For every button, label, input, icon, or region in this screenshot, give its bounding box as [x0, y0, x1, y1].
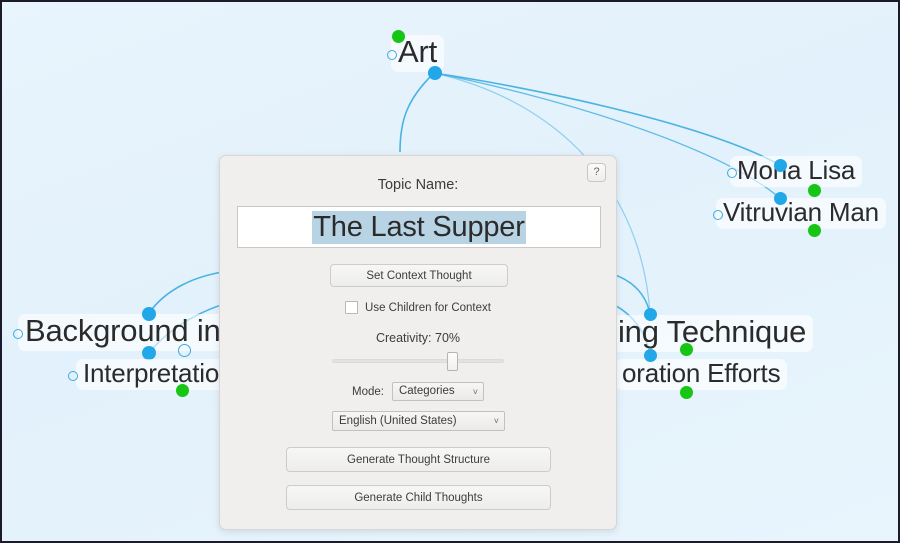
interpretation-left-ring-icon: [68, 371, 78, 381]
mode-label: Mode:: [352, 385, 384, 398]
node-restoration-efforts[interactable]: oration Efforts: [615, 358, 788, 391]
language-select-value: English (United States): [339, 415, 457, 427]
use-children-label: Use Children for Context: [365, 301, 491, 314]
chevron-down-icon: ˅: [472, 387, 478, 397]
mona-lisa-green-dot-icon[interactable]: [808, 184, 821, 197]
node-interpretation[interactable]: Interpretation: [68, 358, 241, 391]
node-mona-lisa[interactable]: Mona Lisa: [727, 155, 863, 188]
topic-name-value: The Last Supper: [312, 210, 526, 244]
topic-name-label: Topic Name:: [377, 177, 459, 193]
generate-thought-structure-button[interactable]: Generate Thought Structure: [286, 447, 551, 472]
generate-child-thoughts-button[interactable]: Generate Child Thoughts: [286, 485, 551, 510]
use-children-checkbox[interactable]: [345, 301, 359, 314]
node-vitruvian-man-label: Vitruvian Man: [723, 197, 879, 227]
creativity-slider-track[interactable]: [332, 359, 504, 363]
background-info-ring-icon[interactable]: [178, 344, 191, 357]
thought-generator-dialog: ? Topic Name: The Last Supper Set Contex…: [219, 155, 617, 530]
node-background-info[interactable]: Background info: [13, 313, 254, 351]
node-interpretation-label: Interpretation: [83, 358, 234, 388]
background-info-blue-dot-icon[interactable]: [142, 307, 156, 321]
mode-select[interactable]: Categories ˅: [391, 382, 484, 401]
node-vitruvian-man[interactable]: Vitruvian Man: [713, 197, 886, 230]
topic-name-input[interactable]: The Last Supper: [237, 206, 601, 248]
creativity-label: Creativity: 70%: [375, 331, 461, 345]
application-window: Art Mona Lisa Vitruvian Man Background i…: [0, 0, 900, 543]
vitruvian-man-blue-dot-icon[interactable]: [774, 192, 787, 205]
creativity-slider[interactable]: [332, 352, 504, 371]
mona-lisa-blue-dot-icon[interactable]: [774, 159, 787, 172]
painting-technique-blue-dot-icon[interactable]: [644, 308, 657, 321]
vitruvian-man-left-ring-icon: [713, 210, 723, 220]
node-painting-technique[interactable]: ing Technique: [611, 315, 814, 352]
mode-select-value: Categories: [398, 385, 455, 397]
art-green-dot-icon[interactable]: [392, 30, 405, 43]
vitruvian-man-green-dot-icon[interactable]: [808, 224, 821, 237]
interpretation-green-dot-icon[interactable]: [176, 384, 189, 397]
painting-technique-green-dot-icon[interactable]: [680, 343, 693, 356]
restoration-efforts-green-dot-icon[interactable]: [680, 386, 693, 399]
set-context-thought-button[interactable]: Set Context Thought: [330, 264, 508, 287]
art-left-ring-icon: [387, 50, 397, 60]
background-info-left-ring-icon: [13, 329, 23, 339]
art-blue-dot-icon[interactable]: [428, 66, 442, 80]
language-select[interactable]: English (United States) ˅: [332, 411, 505, 431]
node-background-info-label: Background info: [25, 313, 247, 348]
chevron-down-icon: ˅: [493, 416, 499, 426]
node-mona-lisa-label: Mona Lisa: [737, 155, 856, 185]
use-children-for-context-row[interactable]: Use Children for Context: [220, 301, 616, 314]
mode-row: Mode: Categories ˅: [220, 382, 616, 401]
mona-lisa-left-ring-icon: [727, 168, 737, 178]
restoration-efforts-blue-dot-icon[interactable]: [644, 349, 657, 362]
node-restoration-efforts-label: oration Efforts: [622, 358, 781, 388]
creativity-slider-thumb[interactable]: [447, 352, 459, 371]
